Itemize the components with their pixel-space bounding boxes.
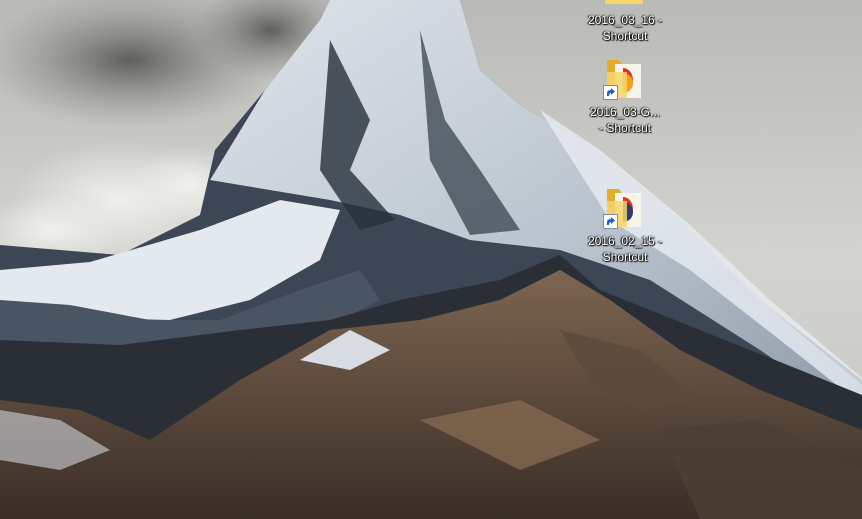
- icon-label-line2: Shortcut: [602, 250, 648, 264]
- icon-label-line2: Shortcut: [602, 29, 648, 43]
- desktop-shortcut-2016-03-16[interactable]: 2016_03_16 - Shortcut: [579, 0, 671, 44]
- folder-shortcut-icon: [601, 183, 649, 231]
- desktop-wallpaper: [0, 0, 862, 519]
- desktop-shortcut-2016-03-g[interactable]: 2016_03-G... - Shortcut: [579, 54, 671, 136]
- folder-shortcut-icon: [601, 54, 649, 102]
- desktop-shortcut-2016-02-15[interactable]: 2016_02_15 - Shortcut: [579, 183, 671, 265]
- shortcut-arrow-icon: [603, 85, 618, 100]
- icon-label-line1: 2016_03-G...: [589, 105, 661, 119]
- icon-label-line1: 2016_02_15 -: [587, 234, 663, 248]
- shortcut-arrow-icon: [603, 214, 618, 229]
- icon-label-line1: 2016_03_16 -: [587, 13, 663, 27]
- icon-label-line2: - Shortcut: [598, 121, 652, 135]
- folder-shortcut-icon: [601, 0, 649, 10]
